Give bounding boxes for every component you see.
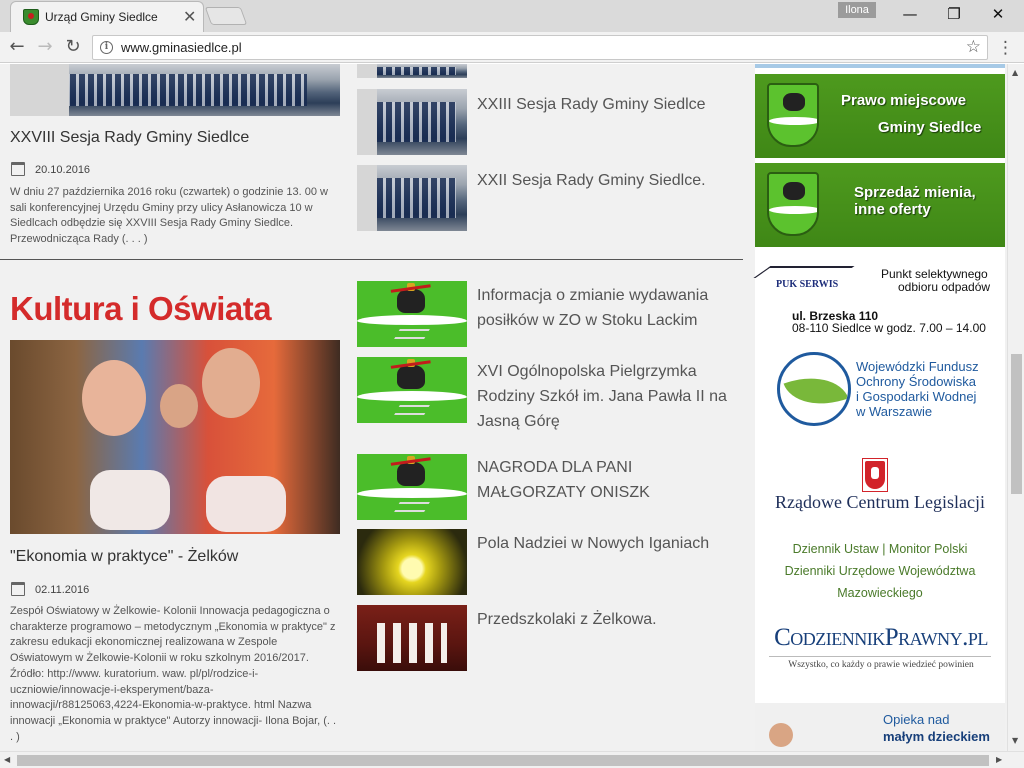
- codziennik-prawny-logo[interactable]: CodziennikPrawny.pl: [765, 624, 997, 652]
- browser-tab[interactable]: Urząd Gminy Siedlce ✕: [10, 1, 204, 32]
- puk-text: odbioru odpadów: [898, 280, 991, 294]
- banner-line: inne oferty: [854, 201, 931, 218]
- tab-title: Urząd Gminy Siedlce: [45, 10, 158, 24]
- link-dzienniki-urzedowe[interactable]: Dzienniki Urzędowe Województwa: [763, 560, 997, 582]
- side-item-title[interactable]: Pola Nadziei w Nowych Iganiach: [477, 531, 739, 556]
- baby-image: [769, 723, 793, 747]
- banner-line: Prawo miejscowe: [841, 92, 967, 109]
- thumbnail-image[interactable]: [357, 529, 467, 595]
- link-separator: |: [882, 542, 886, 556]
- article-date: 02.11.2016: [35, 584, 90, 596]
- page-viewport: XXVIII Sesja Rady Gminy Siedlce 20.10.20…: [0, 64, 1007, 751]
- banner-line: Sprzedaż mienia,: [854, 184, 976, 201]
- thumbnail-image[interactable]: [357, 165, 467, 231]
- address-bar[interactable]: i www.gminasiedlce.pl ☆: [92, 35, 988, 60]
- calendar-icon: [11, 582, 25, 596]
- puk-logo-text: PUK SERWIS: [776, 279, 839, 290]
- minimize-button[interactable]: —: [888, 3, 932, 25]
- scrollbar-thumb[interactable]: [1011, 354, 1022, 494]
- wfos-line: Ochrony Środowiska: [856, 374, 976, 389]
- thumbnail-image[interactable]: [357, 64, 467, 78]
- banner-prawo-miejscowe[interactable]: Prawo miejscowe Gminy Siedlce: [755, 74, 1005, 158]
- crest-icon: [767, 83, 819, 147]
- forward-icon[interactable]: →: [34, 36, 56, 58]
- link-dzienniki-urzedowe-cont[interactable]: Mazowieckiego: [763, 582, 997, 604]
- calendar-icon: [11, 162, 25, 176]
- right-sidebar: Prawo miejscowe Gminy Siedlce Sprzedaż m…: [753, 64, 1005, 751]
- new-tab-button[interactable]: [204, 7, 248, 25]
- link-monitor-polski[interactable]: Monitor Polski: [889, 542, 968, 556]
- scrollbar-thumb[interactable]: [17, 755, 989, 766]
- opieka-text: Opieka nad małym dzieckiem: [883, 711, 990, 745]
- side-item-title[interactable]: Przedszkolaki z Żelkowa.: [477, 607, 739, 632]
- article-title[interactable]: "Ekonomia w praktyce" - Żelków: [10, 545, 340, 569]
- url-text[interactable]: www.gminasiedlce.pl: [121, 40, 242, 55]
- site-favicon-icon: [23, 9, 39, 25]
- article-excerpt: W dniu 27 października 2016 roku (czwart…: [10, 186, 328, 246]
- article-date: 20.10.2016: [35, 164, 91, 176]
- wfos-line: i Gospodarki Wodnej: [856, 389, 977, 404]
- horizontal-scrollbar[interactable]: ◀ ▶: [0, 751, 1024, 768]
- opieka-banner[interactable]: Opieka nad małym dzieckiem: [755, 703, 1005, 751]
- scroll-right-icon[interactable]: ▶: [996, 755, 1002, 764]
- puk-hours: 08-110 Siedlce w godz. 7.00 – 14.00: [792, 321, 986, 335]
- profile-badge[interactable]: Ilona: [838, 2, 876, 18]
- main-content: XXVIII Sesja Rady Gminy Siedlce 20.10.20…: [0, 64, 743, 751]
- puk-text: Punkt selektywnego: [881, 267, 988, 281]
- side-item-title[interactable]: XXIII Sesja Rady Gminy Siedlce: [477, 92, 739, 117]
- info-icon[interactable]: i: [100, 41, 113, 54]
- article-excerpt: Zespół Oświatowy w Żelkowie- Kolonii Inn…: [10, 605, 337, 743]
- reload-icon[interactable]: ↻: [62, 36, 84, 58]
- thumbnail-image[interactable]: [357, 454, 467, 520]
- close-window-button[interactable]: ✕: [976, 3, 1020, 25]
- vertical-scrollbar[interactable]: ▲ ▼: [1007, 64, 1024, 751]
- banner-sprzedaz-mienia[interactable]: Sprzedaż mienia, inne oferty: [755, 163, 1005, 247]
- section-title[interactable]: Kultura i Oświata: [10, 290, 272, 328]
- scroll-up-icon[interactable]: ▲: [1012, 68, 1018, 77]
- back-icon[interactable]: ←: [6, 36, 28, 58]
- wfos-name[interactable]: Wojewódzki Fundusz Ochrony Środowiska i …: [856, 359, 979, 419]
- browser-menu-icon[interactable]: ⋮: [997, 37, 1014, 59]
- codziennik-prawny-tagline: Wszystko, co każdy o prawie wiedzieć pow…: [788, 660, 974, 670]
- banner-line: Gminy Siedlce: [878, 119, 982, 136]
- tab-close-icon[interactable]: ✕: [183, 7, 196, 26]
- article-image[interactable]: [10, 340, 340, 534]
- thumbnail-image[interactable]: [357, 605, 467, 671]
- link-dziennik-ustaw[interactable]: Dziennik Ustaw: [793, 542, 879, 556]
- wfos-line: Wojewódzki Fundusz: [856, 359, 979, 374]
- side-item-title[interactable]: NAGRODA DLA PANI MAŁGORZATY ONISZK: [477, 455, 739, 505]
- browser-toolbar: ← → ↻ i www.gminasiedlce.pl ☆ ⋮: [0, 32, 1024, 63]
- legal-links: Dziennik Ustaw | Monitor Polski Dziennik…: [763, 538, 997, 604]
- banner-edge: [755, 64, 1005, 68]
- maximize-button[interactable]: ❐: [932, 3, 976, 25]
- browser-titlebar: Urząd Gminy Siedlce ✕ Ilona — ❐ ✕: [0, 0, 1024, 32]
- side-item-title[interactable]: XXII Sesja Rady Gminy Siedlce.: [477, 168, 739, 193]
- rcl-link[interactable]: Rządowe Centrum Legislacji: [765, 492, 995, 513]
- opieka-line-bold: małym dzieckiem: [883, 729, 990, 744]
- bookmark-star-icon[interactable]: ☆: [966, 37, 981, 57]
- polish-eagle-icon: [862, 458, 888, 492]
- wfos-logo-icon[interactable]: [777, 352, 851, 426]
- thumbnail-image[interactable]: [357, 89, 467, 155]
- opieka-line: Opieka nad: [883, 712, 950, 727]
- scroll-down-icon[interactable]: ▼: [1012, 736, 1018, 745]
- article-image[interactable]: [10, 64, 340, 116]
- thumbnail-image[interactable]: [357, 281, 467, 347]
- wfos-line: w Warszawie: [856, 404, 933, 419]
- crest-icon: [767, 172, 819, 236]
- section-divider: [0, 259, 743, 260]
- logo-divider: [769, 656, 991, 657]
- thumbnail-image[interactable]: [357, 357, 467, 423]
- puk-serwis-logo[interactable]: PUK SERWIS: [753, 266, 855, 294]
- side-item-title[interactable]: Informacja o zmianie wydawania posiłków …: [477, 283, 739, 333]
- article-title[interactable]: XXVIII Sesja Rady Gminy Siedlce: [10, 126, 340, 150]
- scroll-left-icon[interactable]: ◀: [4, 755, 10, 764]
- side-item-title[interactable]: XVI Ogólnopolska Pielgrzymka Rodziny Szk…: [477, 359, 739, 434]
